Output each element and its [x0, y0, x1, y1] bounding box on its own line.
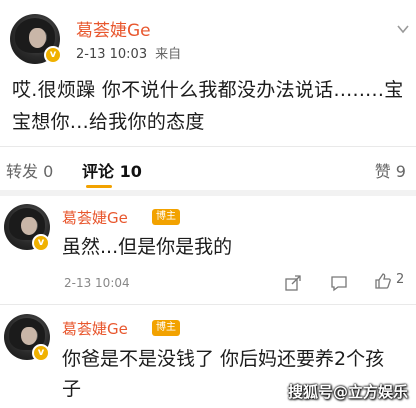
comment-author-name[interactable]: 葛荟婕Ge	[62, 207, 128, 228]
share-icon[interactable]	[284, 274, 302, 292]
divider	[0, 190, 416, 196]
post-source: 来自	[155, 47, 182, 62]
divider	[0, 146, 416, 147]
post-meta: 2-13 10:03 来自	[76, 43, 181, 62]
like-icon[interactable]	[374, 272, 392, 290]
verified-icon: v	[44, 46, 62, 64]
comment-author-name[interactable]: 葛荟婕Ge	[62, 318, 128, 339]
comment-time: 2-13 10:04	[64, 276, 130, 290]
post-text: 哎.很烦躁 你不说什么我都没办法说话........宝宝想你...给我你的态度	[12, 79, 404, 133]
tab-like[interactable]: 赞 9	[375, 158, 406, 182]
verified-icon: v	[32, 344, 50, 362]
post-tab-bar: 转发 0 评论 10 赞 9	[0, 150, 416, 190]
comment-text: 虽然...但是你是我的	[62, 236, 233, 258]
tab-comment[interactable]: 评论 10	[82, 158, 142, 182]
like-count: 2	[396, 272, 405, 287]
post-author-name[interactable]: 葛荟婕Ge	[76, 16, 151, 41]
comment-icon[interactable]	[330, 274, 348, 292]
active-tab-indicator	[86, 185, 112, 188]
divider	[0, 304, 416, 305]
verified-icon: v	[32, 234, 50, 252]
chevron-down-icon[interactable]	[396, 22, 410, 36]
blogger-badge: 博主	[152, 209, 180, 225]
post-time: 2-13 10:03	[76, 47, 148, 62]
tab-repost[interactable]: 转发 0	[6, 158, 53, 182]
blogger-badge: 博主	[152, 320, 180, 336]
watermark: 搜狐号@立方娱乐	[287, 383, 408, 401]
